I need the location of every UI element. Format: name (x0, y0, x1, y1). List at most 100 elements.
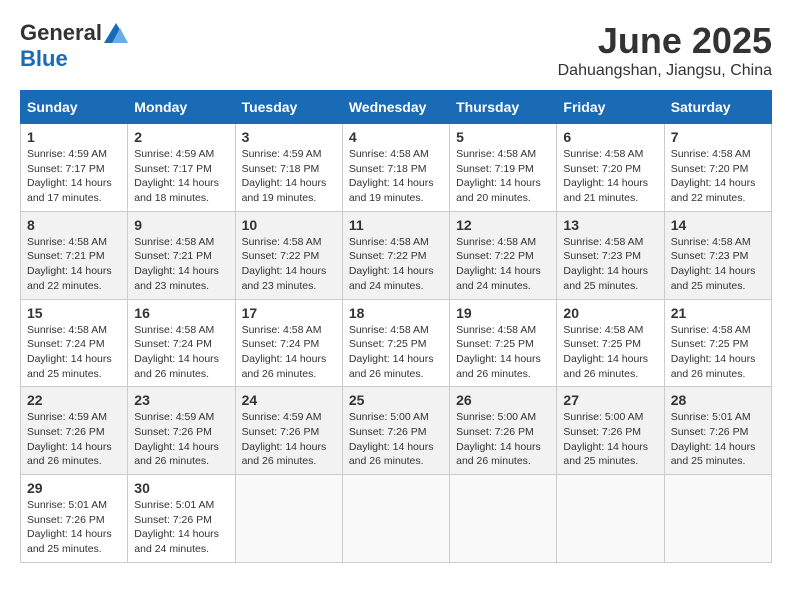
day-number: 24 (242, 392, 336, 408)
day-number: 6 (563, 129, 657, 145)
calendar-cell: 12Sunrise: 4:58 AM Sunset: 7:22 PM Dayli… (450, 211, 557, 299)
header-saturday: Saturday (664, 91, 771, 124)
header-sunday: Sunday (21, 91, 128, 124)
day-info: Sunrise: 4:58 AM Sunset: 7:24 PM Dayligh… (134, 323, 228, 382)
day-number: 8 (27, 217, 121, 233)
calendar-cell: 22 Sunrise: 4:59 AM Sunset: 7:26 PM Dayli… (21, 387, 128, 475)
day-number: 2 (134, 129, 228, 145)
day-info: Sunrise: 4:59 AM Sunset: 7:26 PM Dayligh… (134, 410, 228, 469)
day-number: 28 (671, 392, 765, 408)
day-info: Sunrise: 4:58 AM Sunset: 7:24 PM Dayligh… (27, 323, 121, 382)
calendar-cell: 20 Sunrise: 4:58 AM Sunset: 7:25 PM Dayli… (557, 299, 664, 387)
month-title: June 2025 (558, 20, 772, 62)
header-wednesday: Wednesday (342, 91, 449, 124)
day-number: 26 (456, 392, 550, 408)
calendar-cell: 5 Sunrise: 4:58 AM Sunset: 7:19 PM Daylig… (450, 124, 557, 212)
calendar-cell: 10 Sunrise: 4:58 AM Sunset: 7:22 PM Dayli… (235, 211, 342, 299)
logo-blue-text: Blue (20, 46, 68, 72)
calendar-header-row: SundayMondayTuesdayWednesdayThursdayFrid… (21, 91, 772, 124)
day-info: Sunrise: 5:00 AM Sunset: 7:26 PM Dayligh… (456, 410, 550, 469)
calendar-cell: 4Sunrise: 4:58 AM Sunset: 7:18 PM Daylig… (342, 124, 449, 212)
day-number: 22 (27, 392, 121, 408)
calendar-cell: 18Sunrise: 4:58 AM Sunset: 7:25 PM Dayli… (342, 299, 449, 387)
day-number: 25 (349, 392, 443, 408)
calendar-cell: 24 Sunrise: 4:59 AM Sunset: 7:26 PM Dayli… (235, 387, 342, 475)
logo-general-text: General (20, 20, 102, 46)
calendar-cell: 3Sunrise: 4:59 AM Sunset: 7:18 PM Daylig… (235, 124, 342, 212)
day-info: Sunrise: 4:58 AM Sunset: 7:22 PM Dayligh… (349, 235, 443, 294)
day-info: Sunrise: 4:59 AM Sunset: 7:18 PM Dayligh… (242, 147, 336, 206)
day-number: 9 (134, 217, 228, 233)
day-number: 27 (563, 392, 657, 408)
day-info: Sunrise: 5:01 AM Sunset: 7:26 PM Dayligh… (671, 410, 765, 469)
day-number: 17 (242, 305, 336, 321)
calendar-cell: 29Sunrise: 5:01 AM Sunset: 7:26 PM Dayli… (21, 475, 128, 563)
day-info: Sunrise: 4:59 AM Sunset: 7:17 PM Dayligh… (134, 147, 228, 206)
day-info: Sunrise: 4:58 AM Sunset: 7:22 PM Dayligh… (456, 235, 550, 294)
day-info: Sunrise: 4:58 AM Sunset: 7:25 PM Dayligh… (456, 323, 550, 382)
calendar-week-5: 29Sunrise: 5:01 AM Sunset: 7:26 PM Dayli… (21, 475, 772, 563)
day-info: Sunrise: 4:59 AM Sunset: 7:26 PM Dayligh… (27, 410, 121, 469)
day-number: 16 (134, 305, 228, 321)
day-info: Sunrise: 4:58 AM Sunset: 7:23 PM Dayligh… (563, 235, 657, 294)
logo-icon (104, 23, 128, 43)
day-info: Sunrise: 4:59 AM Sunset: 7:17 PM Dayligh… (27, 147, 121, 206)
calendar-cell: 14 Sunrise: 4:58 AM Sunset: 7:23 PM Dayli… (664, 211, 771, 299)
day-number: 15 (27, 305, 121, 321)
calendar-cell: 2 Sunrise: 4:59 AM Sunset: 7:17 PM Daylig… (128, 124, 235, 212)
calendar-cell: 26 Sunrise: 5:00 AM Sunset: 7:26 PM Dayli… (450, 387, 557, 475)
calendar-cell: 13Sunrise: 4:58 AM Sunset: 7:23 PM Dayli… (557, 211, 664, 299)
calendar-cell: 25 Sunrise: 5:00 AM Sunset: 7:26 PM Dayli… (342, 387, 449, 475)
day-number: 7 (671, 129, 765, 145)
calendar-cell: 30 Sunrise: 5:01 AM Sunset: 7:26 PM Dayli… (128, 475, 235, 563)
calendar-cell (557, 475, 664, 563)
day-info: Sunrise: 4:58 AM Sunset: 7:21 PM Dayligh… (134, 235, 228, 294)
calendar-cell: 15 Sunrise: 4:58 AM Sunset: 7:24 PM Dayli… (21, 299, 128, 387)
day-info: Sunrise: 4:58 AM Sunset: 7:18 PM Dayligh… (349, 147, 443, 206)
calendar-cell: 11Sunrise: 4:58 AM Sunset: 7:22 PM Dayli… (342, 211, 449, 299)
day-number: 5 (456, 129, 550, 145)
day-info: Sunrise: 4:58 AM Sunset: 7:20 PM Dayligh… (563, 147, 657, 206)
day-number: 18 (349, 305, 443, 321)
day-number: 19 (456, 305, 550, 321)
calendar-week-4: 22 Sunrise: 4:59 AM Sunset: 7:26 PM Dayli… (21, 387, 772, 475)
day-info: Sunrise: 5:00 AM Sunset: 7:26 PM Dayligh… (349, 410, 443, 469)
header-tuesday: Tuesday (235, 91, 342, 124)
calendar-week-2: 8 Sunrise: 4:58 AM Sunset: 7:21 PM Daylig… (21, 211, 772, 299)
header-friday: Friday (557, 91, 664, 124)
day-number: 1 (27, 129, 121, 145)
day-number: 23 (134, 392, 228, 408)
day-info: Sunrise: 5:00 AM Sunset: 7:26 PM Dayligh… (563, 410, 657, 469)
day-info: Sunrise: 4:58 AM Sunset: 7:23 PM Dayligh… (671, 235, 765, 294)
day-info: Sunrise: 4:59 AM Sunset: 7:26 PM Dayligh… (242, 410, 336, 469)
day-number: 20 (563, 305, 657, 321)
header-thursday: Thursday (450, 91, 557, 124)
calendar-cell: 1 Sunrise: 4:59 AM Sunset: 7:17 PM Daylig… (21, 124, 128, 212)
day-number: 30 (134, 480, 228, 496)
calendar-cell (235, 475, 342, 563)
calendar-cell (450, 475, 557, 563)
header-monday: Monday (128, 91, 235, 124)
day-number: 10 (242, 217, 336, 233)
calendar-cell: 28 Sunrise: 5:01 AM Sunset: 7:26 PM Dayli… (664, 387, 771, 475)
day-info: Sunrise: 4:58 AM Sunset: 7:24 PM Dayligh… (242, 323, 336, 382)
calendar-cell: 9 Sunrise: 4:58 AM Sunset: 7:21 PM Daylig… (128, 211, 235, 299)
day-info: Sunrise: 4:58 AM Sunset: 7:21 PM Dayligh… (27, 235, 121, 294)
day-info: Sunrise: 5:01 AM Sunset: 7:26 PM Dayligh… (27, 498, 121, 557)
calendar-week-1: 1 Sunrise: 4:59 AM Sunset: 7:17 PM Daylig… (21, 124, 772, 212)
calendar-cell: 27 Sunrise: 5:00 AM Sunset: 7:26 PM Dayli… (557, 387, 664, 475)
day-info: Sunrise: 4:58 AM Sunset: 7:20 PM Dayligh… (671, 147, 765, 206)
day-info: Sunrise: 4:58 AM Sunset: 7:22 PM Dayligh… (242, 235, 336, 294)
calendar-cell: 23 Sunrise: 4:59 AM Sunset: 7:26 PM Dayli… (128, 387, 235, 475)
logo: General Blue (20, 20, 128, 72)
day-number: 14 (671, 217, 765, 233)
calendar-cell: 16 Sunrise: 4:58 AM Sunset: 7:24 PM Dayli… (128, 299, 235, 387)
calendar-cell: 17 Sunrise: 4:58 AM Sunset: 7:24 PM Dayli… (235, 299, 342, 387)
day-info: Sunrise: 4:58 AM Sunset: 7:25 PM Dayligh… (563, 323, 657, 382)
calendar-cell: 19 Sunrise: 4:58 AM Sunset: 7:25 PM Dayli… (450, 299, 557, 387)
calendar-cell (664, 475, 771, 563)
page-header: General Blue June 2025 Dahuangshan, Jian… (20, 20, 772, 80)
calendar: SundayMondayTuesdayWednesdayThursdayFrid… (20, 90, 772, 563)
day-info: Sunrise: 5:01 AM Sunset: 7:26 PM Dayligh… (134, 498, 228, 557)
day-info: Sunrise: 4:58 AM Sunset: 7:19 PM Dayligh… (456, 147, 550, 206)
